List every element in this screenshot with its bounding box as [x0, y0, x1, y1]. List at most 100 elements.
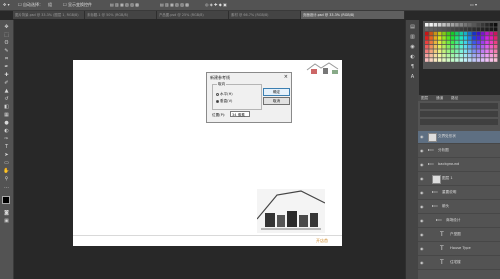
swatch[interactable] [450, 23, 455, 27]
swatch[interactable] [442, 58, 446, 62]
swatch[interactable] [433, 53, 438, 58]
swatch[interactable] [442, 45, 446, 49]
swatch[interactable] [493, 36, 498, 40]
swatch[interactable] [433, 40, 438, 45]
paragraph-panel-icon[interactable]: ¶ [409, 64, 416, 70]
swatch[interactable] [489, 45, 494, 49]
history-panel-icon[interactable]: ▤ [409, 24, 416, 30]
swatch[interactable] [480, 53, 485, 58]
swatch[interactable] [433, 23, 438, 27]
swatch[interactable] [480, 31, 485, 36]
swatch[interactable] [446, 23, 451, 27]
swatch[interactable] [437, 36, 442, 40]
shape-tool-icon[interactable]: ▭ [3, 160, 10, 166]
swatch[interactable] [429, 58, 433, 62]
swatch[interactable] [485, 58, 489, 62]
swatch[interactable] [433, 49, 438, 53]
swatch[interactable] [446, 31, 451, 36]
swatch[interactable] [463, 49, 468, 53]
swatch[interactable] [468, 31, 472, 36]
dodge-tool-icon[interactable]: ◐ [3, 128, 10, 134]
swatch[interactable] [472, 31, 476, 36]
layer-row[interactable]: ◉ 图层 1 [418, 173, 500, 186]
swatch[interactable] [442, 36, 446, 40]
auto-select-dropdown[interactable]: 组 [48, 2, 52, 8]
visibility-eye-icon[interactable]: ◉ [420, 204, 424, 209]
more-tools-icon[interactable]: … [3, 184, 10, 190]
swatch[interactable] [433, 31, 438, 36]
swatch[interactable] [489, 23, 494, 27]
layer-row[interactable]: ◉ ▸▭ background [418, 159, 500, 172]
layer-row[interactable]: ◉ T House Type [418, 243, 500, 256]
swatch[interactable] [468, 36, 472, 40]
close-icon[interactable]: × [284, 74, 288, 80]
swatch[interactable] [455, 36, 459, 40]
document-tab[interactable]: 素材 @ 66.7% (RGB/8) [229, 11, 301, 19]
swatch[interactable] [446, 58, 451, 62]
swatch[interactable] [429, 53, 433, 58]
foreground-color-swatch[interactable] [2, 196, 10, 204]
swatch[interactable] [433, 27, 438, 31]
swatch[interactable] [459, 36, 463, 40]
swatch[interactable] [459, 45, 463, 49]
swatch[interactable] [425, 53, 429, 58]
swatch[interactable] [468, 49, 472, 53]
swatch[interactable] [450, 36, 455, 40]
swatch[interactable] [468, 53, 472, 58]
tab-paths[interactable]: 路径 [451, 96, 458, 101]
swatch[interactable] [493, 49, 498, 53]
swatch[interactable] [446, 40, 451, 45]
guide-line[interactable] [73, 235, 342, 236]
visibility-eye-icon[interactable]: ◉ [420, 190, 424, 195]
swatch[interactable] [450, 49, 455, 53]
screen-mode-icon[interactable]: ▣ [3, 218, 10, 224]
path-select-tool-icon[interactable]: ➤ [3, 152, 10, 158]
swatch[interactable] [468, 23, 472, 27]
distribute-icons[interactable]: ▤ ▥ ▦ ▧ ▨ ▩ [160, 2, 189, 7]
swatch[interactable] [459, 49, 463, 53]
swatch[interactable] [476, 23, 481, 27]
quick-mask-icon[interactable]: ◙ [3, 210, 10, 216]
gradient-tool-icon[interactable]: ▦ [3, 112, 10, 118]
layer-row[interactable]: ◉ ▸▭ 商场设计 [418, 215, 500, 228]
swatch[interactable] [437, 27, 442, 31]
swatch-grid[interactable] [425, 23, 498, 63]
tab-channels[interactable]: 通道 [436, 96, 443, 101]
swatch[interactable] [489, 27, 494, 31]
swatch[interactable] [463, 31, 468, 36]
swatch[interactable] [450, 31, 455, 36]
swatch[interactable] [429, 31, 433, 36]
swatch[interactable] [472, 23, 476, 27]
swatch[interactable] [437, 31, 442, 36]
swatch[interactable] [425, 23, 429, 27]
blend-mode-bar[interactable] [420, 111, 498, 117]
swatch[interactable] [476, 31, 481, 36]
swatch[interactable] [442, 40, 446, 45]
lock-bar[interactable] [420, 119, 498, 125]
swatch[interactable] [476, 40, 481, 45]
swatch[interactable] [425, 36, 429, 40]
swatch[interactable] [455, 58, 459, 62]
swatch[interactable] [472, 27, 476, 31]
swatch[interactable] [455, 31, 459, 36]
vertical-radio[interactable]: 垂直(V) [216, 99, 232, 104]
swatch[interactable] [429, 27, 433, 31]
brush-tool-icon[interactable]: ✐ [3, 80, 10, 86]
tab-layers[interactable]: 图层 [421, 96, 428, 101]
swatch[interactable] [463, 45, 468, 49]
horizontal-radio[interactable]: 水平(H) [216, 92, 233, 97]
swatch[interactable] [437, 40, 442, 45]
swatch[interactable] [468, 27, 472, 31]
swatch[interactable] [493, 58, 498, 62]
blur-tool-icon[interactable]: ● [3, 120, 10, 126]
swatch[interactable] [463, 58, 468, 62]
swatch[interactable] [455, 27, 459, 31]
swatch[interactable] [485, 45, 489, 49]
swatch[interactable] [476, 58, 481, 62]
swatch[interactable] [433, 58, 438, 62]
swatch[interactable] [480, 36, 485, 40]
swatch[interactable] [480, 27, 485, 31]
swatch[interactable] [476, 27, 481, 31]
swatch[interactable] [485, 36, 489, 40]
swatch[interactable] [489, 31, 494, 36]
